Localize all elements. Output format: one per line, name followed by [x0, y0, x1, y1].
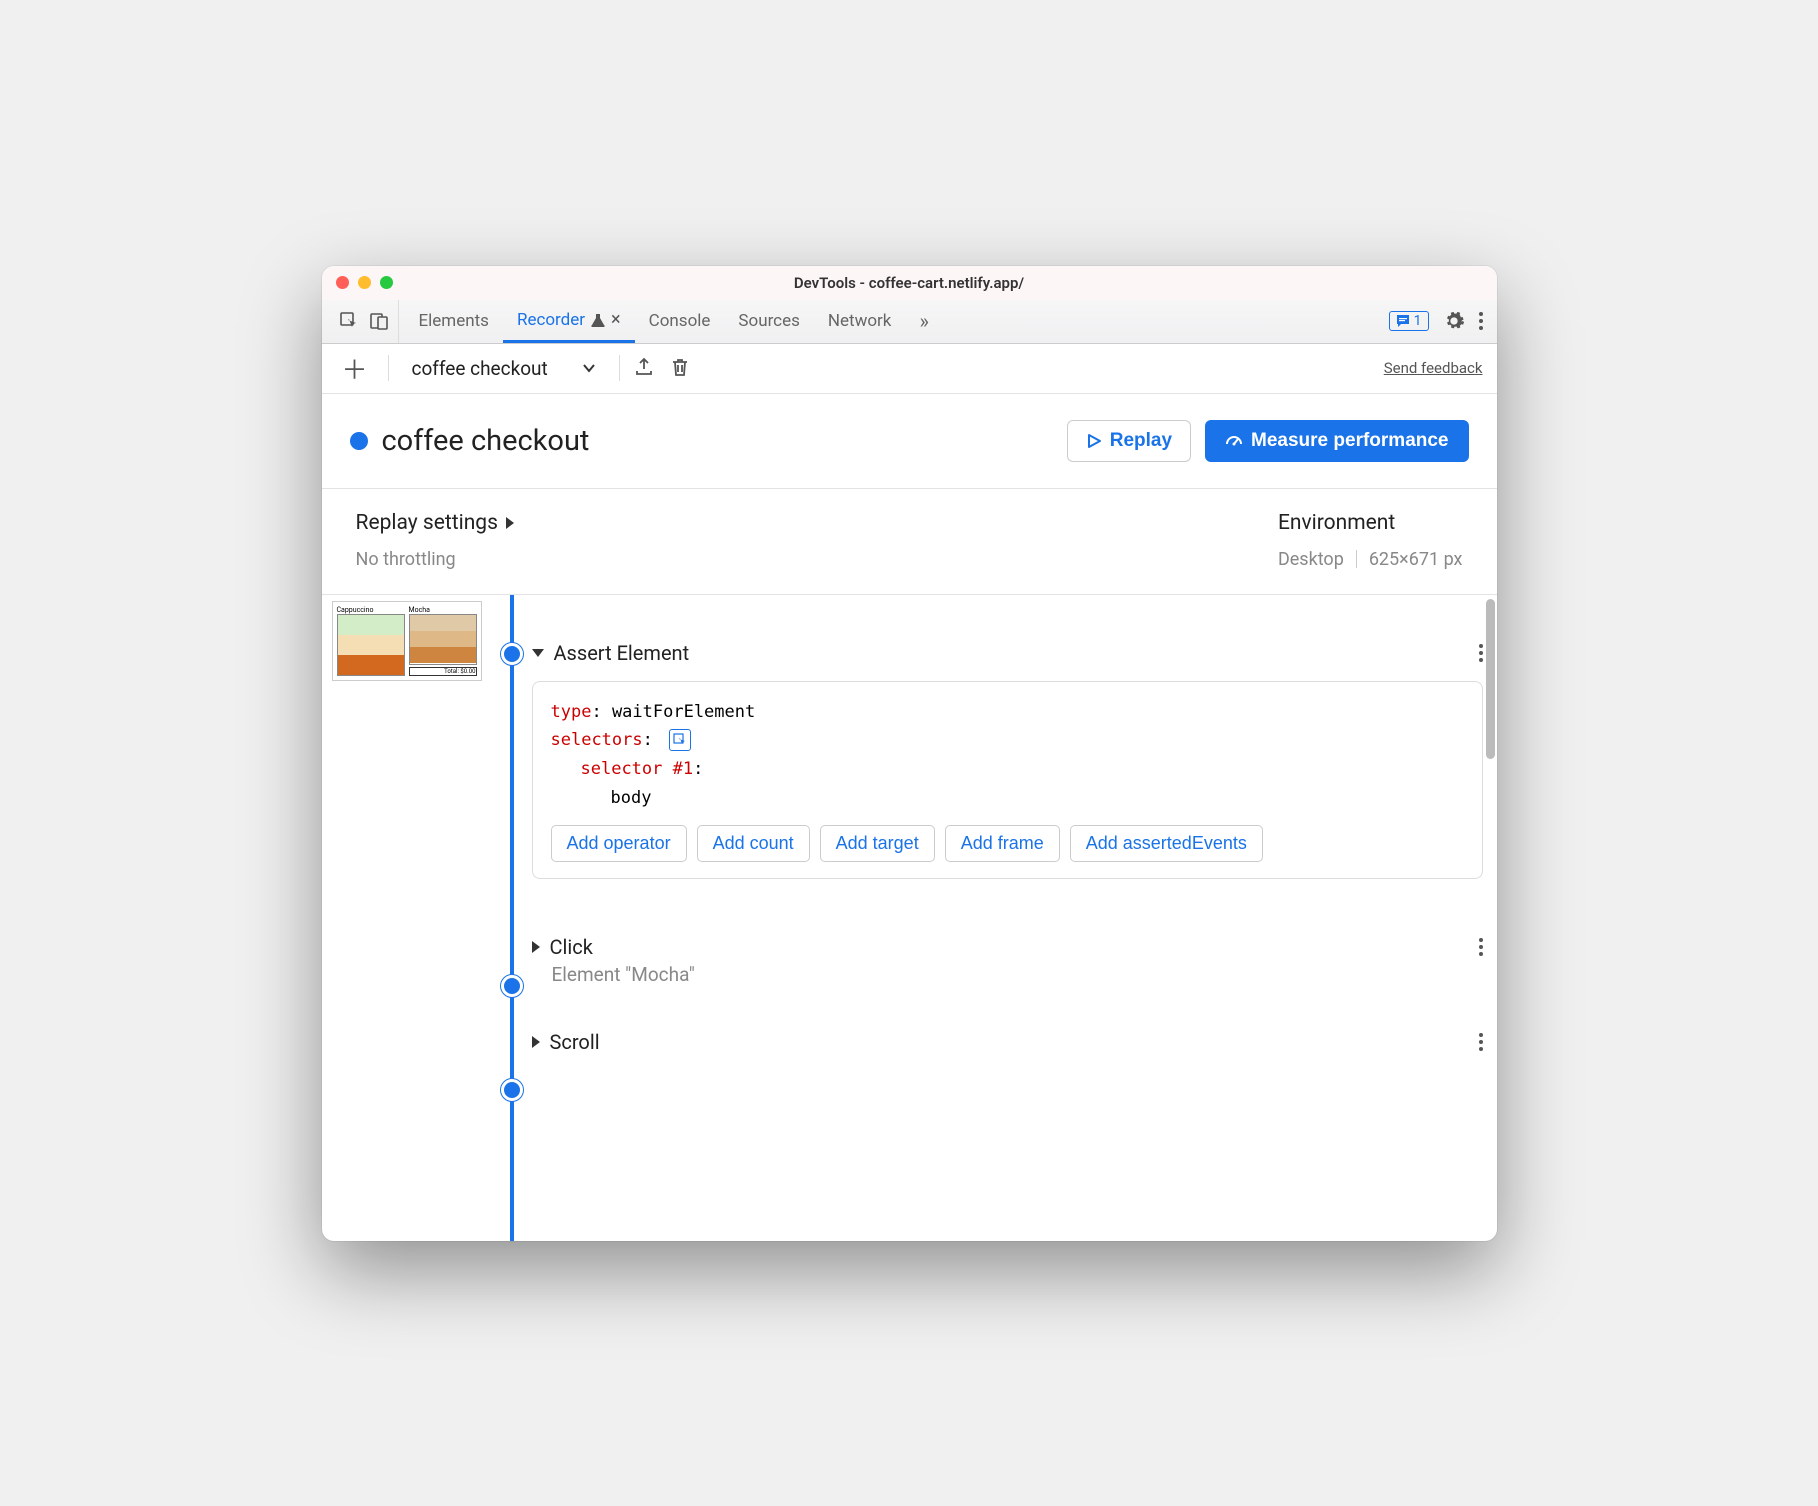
recording-name: coffee checkout	[412, 357, 548, 380]
replay-settings-toggle[interactable]: Replay settings	[356, 511, 514, 535]
chevron-down-icon	[582, 361, 596, 375]
tab-network[interactable]: Network	[814, 300, 906, 343]
timeline-area: Cappuccino MochaTotal: $0.00 Assert Elem…	[322, 595, 1497, 1241]
gauge-icon	[1225, 432, 1243, 450]
selector-picker-icon[interactable]	[669, 729, 691, 751]
throttling-value: No throttling	[356, 549, 514, 570]
step-title: Scroll	[550, 1030, 600, 1054]
selector-value: body	[611, 788, 652, 808]
recording-header: coffee checkout Replay Measure performan…	[322, 394, 1497, 489]
trash-icon[interactable]	[670, 357, 692, 379]
close-tab-icon[interactable]: ×	[611, 309, 621, 330]
step-scroll: Scroll	[532, 1030, 1483, 1054]
inspect-icon[interactable]	[338, 310, 360, 332]
device-toggle-icon[interactable]	[368, 310, 390, 332]
kebab-menu-icon[interactable]	[1479, 312, 1483, 330]
replay-label: Replay	[1110, 430, 1172, 452]
add-target-button[interactable]: Add target	[820, 825, 935, 862]
device-type: Desktop	[1278, 549, 1344, 570]
window-title: DevTools - coffee-cart.netlify.app/	[322, 274, 1497, 292]
add-frame-button[interactable]: Add frame	[945, 825, 1060, 862]
step-menu-icon[interactable]	[1479, 1033, 1483, 1051]
export-icon[interactable]	[634, 357, 656, 379]
send-feedback-link[interactable]: Send feedback	[1384, 359, 1483, 377]
chevron-down-icon	[532, 649, 544, 657]
recorder-toolbar: ＋ coffee checkout Send feedback	[322, 344, 1497, 394]
mac-titlebar: DevTools - coffee-cart.netlify.app/	[322, 266, 1497, 300]
step-title: Click	[550, 935, 593, 959]
environment-label: Environment	[1278, 511, 1463, 535]
step-menu-icon[interactable]	[1479, 644, 1483, 662]
timeline-node[interactable]	[501, 643, 523, 665]
add-operator-button[interactable]: Add operator	[551, 825, 687, 862]
add-count-button[interactable]: Add count	[697, 825, 810, 862]
recording-status-dot-icon	[350, 432, 368, 450]
replay-button[interactable]: Replay	[1067, 420, 1191, 462]
gear-icon[interactable]	[1443, 310, 1465, 332]
play-icon	[1086, 433, 1102, 449]
separator	[388, 355, 389, 381]
timeline-line	[492, 595, 532, 1241]
separator	[1356, 550, 1357, 568]
issues-badge[interactable]: 1	[1389, 311, 1429, 331]
viewport-dimensions: 625×671 px	[1369, 549, 1463, 570]
step-click: Click Element "Mocha"	[532, 935, 1483, 986]
devtools-window: DevTools - coffee-cart.netlify.app/ Elem…	[322, 266, 1497, 1241]
screenshot-thumbnail[interactable]: Cappuccino MochaTotal: $0.00	[332, 601, 482, 681]
step-header[interactable]: Scroll	[532, 1030, 1483, 1054]
tab-console[interactable]: Console	[635, 300, 725, 343]
steps-column: Assert Element type: waitForElement sele…	[532, 595, 1497, 1241]
recording-selector[interactable]: coffee checkout	[403, 352, 605, 385]
flask-icon	[591, 313, 605, 327]
timeline-node[interactable]	[501, 975, 523, 997]
selectors-key: selectors	[551, 730, 643, 750]
tab-elements[interactable]: Elements	[405, 300, 503, 343]
chevron-right-icon	[532, 941, 540, 953]
step-menu-icon[interactable]	[1479, 938, 1483, 956]
type-value: waitForElement	[612, 702, 755, 722]
step-details-card: type: waitForElement selectors: selector…	[532, 681, 1483, 880]
chat-icon	[1396, 314, 1410, 328]
type-key: type	[551, 702, 592, 722]
thumbnail-column: Cappuccino MochaTotal: $0.00	[322, 595, 492, 1241]
step-header[interactable]: Click	[532, 935, 1483, 959]
tab-sources[interactable]: Sources	[724, 300, 813, 343]
step-assert-element: Assert Element type: waitForElement sele…	[532, 641, 1483, 880]
step-subtitle: Element "Mocha"	[552, 963, 1483, 986]
tab-recorder-label: Recorder	[517, 310, 585, 330]
replay-settings-label: Replay settings	[356, 511, 498, 535]
selector-num-key: selector #1	[581, 759, 694, 779]
measure-performance-button[interactable]: Measure performance	[1205, 420, 1468, 462]
chevron-right-icon	[532, 1036, 540, 1048]
step-header[interactable]: Assert Element	[532, 641, 1483, 665]
issues-count: 1	[1414, 313, 1422, 329]
recording-title: coffee checkout	[382, 424, 590, 458]
measure-label: Measure performance	[1251, 430, 1448, 452]
add-asserted-events-button[interactable]: Add assertedEvents	[1070, 825, 1263, 862]
settings-row: Replay settings No throttling Environmen…	[322, 489, 1497, 595]
separator	[619, 355, 620, 381]
add-recording-button[interactable]: ＋	[336, 350, 374, 387]
step-title: Assert Element	[554, 641, 690, 665]
devtools-tabs: Elements Recorder × Console Sources Netw…	[322, 300, 1497, 344]
chevron-right-icon	[506, 517, 514, 529]
tab-recorder[interactable]: Recorder ×	[503, 300, 635, 343]
scrollbar-thumb[interactable]	[1486, 599, 1495, 759]
more-tabs-icon[interactable]: »	[905, 300, 942, 343]
timeline-node[interactable]	[501, 1079, 523, 1101]
